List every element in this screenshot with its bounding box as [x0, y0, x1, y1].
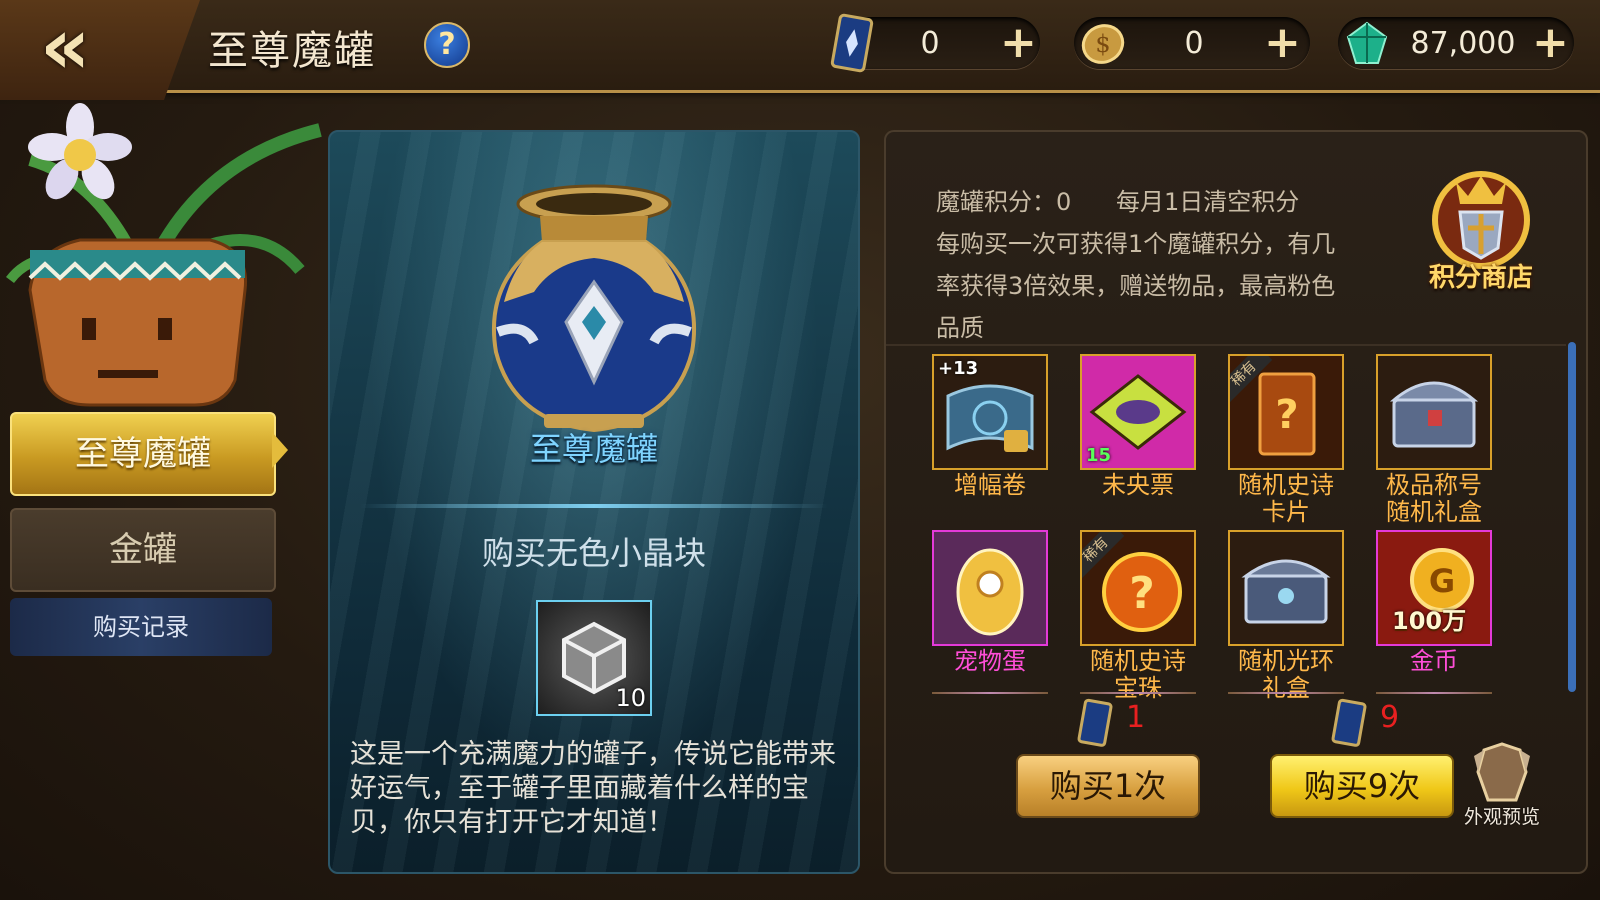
page-title: 至尊魔罐	[208, 28, 376, 74]
prize-label: 未央票	[1102, 471, 1174, 499]
help-button[interactable]: ?	[424, 22, 470, 68]
prize-frame: 15	[1080, 354, 1196, 470]
item-slot-colorless-crystal[interactable]: 10	[536, 600, 652, 716]
svg-text:G: G	[1429, 562, 1455, 600]
jar-name-label: 至尊魔罐	[529, 430, 658, 468]
prize-frame: G 100万	[1376, 530, 1492, 646]
currency-amount: 0	[920, 26, 940, 61]
back-button[interactable]: «	[40, 8, 130, 86]
add-gold-button[interactable]: +	[1264, 21, 1301, 65]
add-crystal-button[interactable]: +	[1532, 21, 1569, 65]
green-crystal-icon	[1346, 21, 1388, 64]
reset-note: 每月1日清空积分	[1116, 188, 1300, 216]
menu-item-supreme-jar[interactable]: 至尊魔罐	[10, 412, 276, 496]
rule-line-3: 品质	[936, 314, 984, 342]
prize-item[interactable]: 15 未央票	[1080, 354, 1196, 499]
score-shop-label: 积分商店	[1428, 263, 1533, 293]
purchase-record-button[interactable]: 购买记录	[10, 598, 272, 656]
divider	[1080, 692, 1196, 694]
price-nine: 9	[1330, 698, 1420, 748]
prize-item[interactable]: +13 增幅卷	[932, 354, 1048, 499]
price-value: 9	[1380, 700, 1400, 735]
menu-item-gold-jar[interactable]: 金罐	[10, 508, 276, 592]
buy-once-button[interactable]: 购买1次	[1016, 754, 1200, 818]
score-shop-button[interactable]: 积分商店	[1416, 162, 1546, 293]
buy-nine-button[interactable]: 购买9次	[1270, 754, 1454, 818]
price-value: 1	[1126, 700, 1146, 735]
divider	[886, 344, 1566, 346]
prize-item[interactable]: ? 稀有 随机史诗卡片	[1228, 354, 1344, 526]
prize-label: 增幅卷	[954, 471, 1026, 499]
score-shop-icon	[1432, 171, 1530, 269]
prize-grid: +13 增幅卷 15 未央票 ? 稀有 随机史诗卡片 极品称号随机礼盒 宠物蛋 …	[932, 354, 1512, 714]
gold-coin-icon: $	[1081, 24, 1125, 64]
pet-egg-icon	[956, 548, 1024, 636]
prize-tag: 15	[1086, 445, 1112, 466]
divider	[932, 692, 1048, 694]
prize-frame: ? 稀有	[1228, 354, 1344, 470]
currency-card-ticket: 0 +	[830, 13, 1040, 73]
prize-item[interactable]: 宠物蛋	[932, 530, 1048, 675]
preview-label: 外观预览	[1463, 806, 1540, 828]
prize-tag: +13	[938, 358, 979, 379]
currency-amount: 87,000	[1410, 26, 1516, 61]
buy-item-label: 购买无色小晶块	[481, 534, 706, 572]
prize-item[interactable]: G 100万 金币	[1376, 530, 1492, 675]
armor-preview-icon	[1474, 742, 1530, 802]
flower-pot-mascot	[6, 103, 322, 407]
rule-line-1: 每购买一次可获得1个魔罐积分，有几	[936, 230, 1336, 258]
prize-tag: 100万	[1392, 607, 1467, 635]
active-arrow-indicator	[272, 432, 288, 468]
aura-gift-box-icon	[1241, 559, 1331, 624]
prize-label: 极品称号随机礼盒	[1386, 471, 1482, 526]
treasure-chest-icon	[1389, 381, 1479, 448]
prize-frame: ? 稀有	[1080, 530, 1196, 646]
score-label: 魔罐积分：0	[936, 188, 1072, 216]
divider	[360, 504, 828, 508]
card-ticket-icon	[1331, 698, 1367, 747]
svg-text:?: ?	[1129, 568, 1155, 619]
reward-panel: 魔罐积分：0 每月1日清空积分 每购买一次可获得1个魔罐积分，有几 率获得3倍效…	[884, 130, 1588, 874]
add-card-button[interactable]: +	[1000, 21, 1037, 65]
prize-item[interactable]: ? 稀有 随机史诗宝珠	[1080, 530, 1196, 702]
appearance-preview-button[interactable]: 外观预览	[1454, 742, 1550, 832]
prize-frame: +13	[932, 354, 1048, 470]
currency-amount: 0	[1184, 26, 1204, 61]
card-ticket-icon	[830, 13, 874, 73]
prize-label: 随机史诗卡片	[1238, 471, 1334, 526]
prize-label: 金币	[1410, 647, 1458, 675]
prize-scrollbar[interactable]	[1568, 342, 1576, 692]
svg-text:?: ?	[1275, 392, 1298, 438]
prize-item[interactable]: 随机光环礼盒	[1228, 530, 1344, 702]
prize-frame	[932, 530, 1048, 646]
jar-panel: 至尊魔罐 购买无色小晶块 10 这是一个充满魔力的罐子，传说它能带来好运气，至于…	[328, 130, 860, 874]
prize-frame	[1228, 530, 1344, 646]
supreme-jar-icon	[491, 184, 697, 433]
card-ticket-icon	[1077, 698, 1113, 747]
jar-description: 这是一个充满魔力的罐子，传说它能带来好运气，至于罐子里面藏着什么样的宝贝，你只有…	[350, 739, 836, 838]
svg-text:$: $	[1095, 30, 1110, 58]
divider	[1376, 692, 1492, 694]
rule-line-2: 率获得3倍效果，赠送物品，最高粉色	[936, 272, 1336, 300]
prize-label: 宠物蛋	[954, 647, 1026, 675]
currency-gold-coin: $ 0 +	[1074, 17, 1310, 69]
item-count: 10	[615, 684, 646, 712]
prize-frame	[1376, 354, 1492, 470]
prize-item[interactable]: 极品称号随机礼盒	[1376, 354, 1492, 526]
divider	[1228, 692, 1344, 694]
currency-crystal: 87,000 +	[1338, 17, 1574, 69]
price-once: 1	[1076, 698, 1166, 748]
top-bar: « 至尊魔罐 ? 0 + $ 0 + 87,000 +	[0, 0, 1600, 100]
